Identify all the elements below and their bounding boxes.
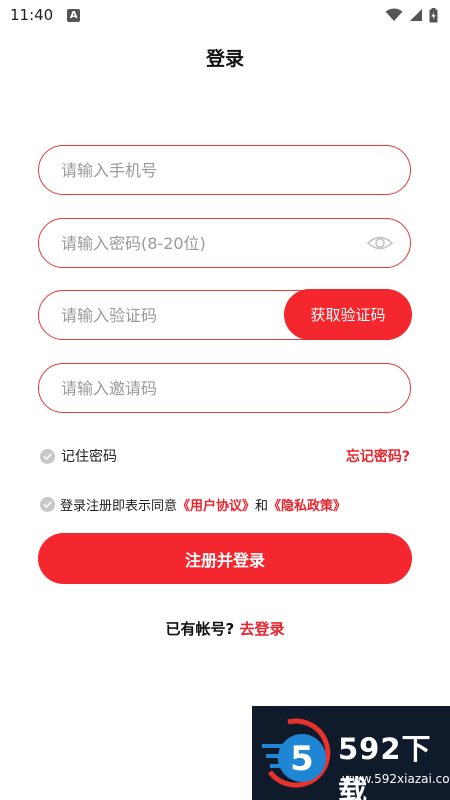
remember-row: 记住密码 忘记密码? bbox=[40, 446, 410, 466]
remember-label: 记住密码 bbox=[61, 449, 117, 465]
battery-icon bbox=[429, 7, 438, 22]
watermark-name: 592下载 bbox=[338, 732, 432, 800]
check-icon bbox=[43, 500, 52, 508]
code-field: 获取验证码 bbox=[38, 289, 412, 340]
watermark-logo-icon: 5 bbox=[262, 718, 331, 788]
user-agreement-link[interactable]: 《用户协议》 bbox=[177, 495, 255, 514]
invite-input[interactable] bbox=[39, 364, 410, 412]
notification-icon: A bbox=[67, 8, 81, 22]
have-account-row: 已有帐号? 去登录 bbox=[0, 618, 450, 639]
phone-input[interactable] bbox=[39, 146, 410, 194]
register-login-button[interactable]: 注册并登录 bbox=[38, 533, 412, 584]
have-account-text: 已有帐号? bbox=[165, 620, 235, 638]
password-input[interactable] bbox=[39, 219, 410, 267]
status-time: 11:40 bbox=[10, 6, 54, 24]
go-login-link[interactable]: 去登录 bbox=[239, 620, 284, 638]
eye-icon[interactable] bbox=[366, 233, 394, 253]
status-icons bbox=[385, 7, 438, 23]
agree-prefix: 登录注册即表示同意 bbox=[60, 498, 178, 514]
check-icon bbox=[43, 452, 52, 460]
password-field bbox=[38, 218, 411, 268]
signal-icon bbox=[410, 9, 422, 21]
forgot-password-link[interactable]: 忘记密码? bbox=[346, 446, 410, 466]
remember-checkbox[interactable] bbox=[40, 448, 55, 464]
page-title: 登录 bbox=[205, 48, 244, 70]
privacy-policy-link[interactable]: 《隐私政策》 bbox=[268, 495, 346, 514]
phone-field bbox=[38, 145, 411, 195]
get-code-button[interactable]: 获取验证码 bbox=[284, 289, 412, 340]
agree-checkbox[interactable] bbox=[40, 496, 55, 512]
agreement-row: 登录注册即表示同意 《用户协议》 和 《隐私政策》 bbox=[40, 494, 412, 514]
watermark-url: www.592xiazai.com bbox=[342, 772, 450, 786]
agree-and: 和 bbox=[255, 498, 269, 514]
status-bar: 11:40 A bbox=[0, 0, 450, 30]
watermark: 5 592下载 www.592xiazai.com bbox=[252, 706, 450, 800]
invite-field bbox=[38, 363, 411, 413]
watermark-logo-digit: 5 bbox=[290, 739, 314, 779]
wifi-icon bbox=[385, 8, 403, 21]
